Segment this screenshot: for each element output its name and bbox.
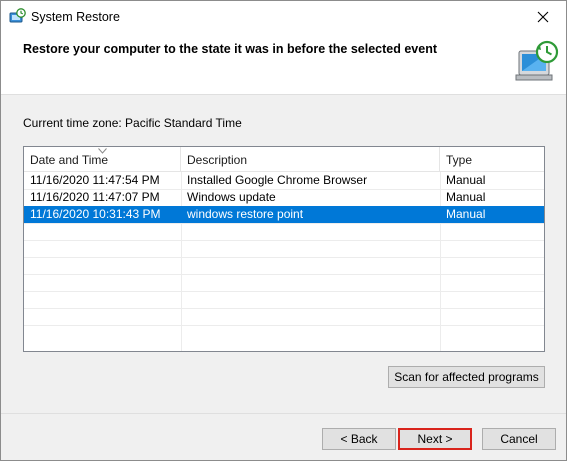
row-type: Manual xyxy=(446,207,486,221)
row-description: Installed Google Chrome Browser xyxy=(187,173,368,187)
back-button[interactable]: < Back xyxy=(322,428,396,450)
column-date-label: Date and Time xyxy=(30,153,109,167)
system-restore-window: System Restore Restore your computer to … xyxy=(0,0,567,461)
row-divider xyxy=(24,291,544,292)
row-divider xyxy=(24,308,544,309)
restore-points-list[interactable]: Date and Time Description Type 11/16/202… xyxy=(23,146,545,352)
window-title: System Restore xyxy=(31,10,120,24)
table-row[interactable]: 11/16/2020 11:47:07 PM Windows update Ma… xyxy=(24,189,544,206)
row-divider xyxy=(24,325,544,326)
row-divider xyxy=(24,223,544,224)
wizard-header: Restore your computer to the state it wa… xyxy=(1,33,566,95)
row-description: Windows update xyxy=(187,190,276,204)
column-description-label: Description xyxy=(187,153,248,167)
column-type-label: Type xyxy=(446,153,473,167)
row-divider xyxy=(24,240,544,241)
row-type: Manual xyxy=(446,173,486,187)
row-divider xyxy=(24,274,544,275)
row-date: 11/16/2020 11:47:54 PM xyxy=(30,173,160,187)
column-header-type[interactable]: Type xyxy=(440,147,544,172)
row-type: Manual xyxy=(446,190,486,204)
page-title: Restore your computer to the state it wa… xyxy=(23,42,437,56)
column-header-description[interactable]: Description xyxy=(181,147,440,172)
sort-arrow-icon xyxy=(98,148,107,154)
table-row-selected[interactable]: 11/16/2020 10:31:43 PM windows restore p… xyxy=(24,206,544,223)
scan-affected-programs-button[interactable]: Scan for affected programs xyxy=(388,366,545,388)
column-header-date[interactable]: Date and Time xyxy=(24,147,181,172)
cancel-button[interactable]: Cancel xyxy=(482,428,556,450)
row-date: 11/16/2020 10:31:43 PM xyxy=(30,207,161,221)
close-icon xyxy=(537,11,549,23)
next-button[interactable]: Next > xyxy=(398,428,472,450)
footer-divider xyxy=(1,413,566,414)
table-row[interactable]: 11/16/2020 11:47:54 PM Installed Google … xyxy=(24,172,544,189)
list-header: Date and Time Description Type xyxy=(24,147,544,172)
close-button[interactable] xyxy=(520,1,566,33)
title-bar: System Restore xyxy=(1,1,566,33)
system-restore-icon xyxy=(9,8,26,25)
row-date: 11/16/2020 11:47:07 PM xyxy=(30,190,160,204)
row-description: windows restore point xyxy=(187,207,304,221)
restore-computer-icon xyxy=(513,39,561,87)
timezone-label: Current time zone: Pacific Standard Time xyxy=(23,116,242,130)
row-divider xyxy=(24,257,544,258)
